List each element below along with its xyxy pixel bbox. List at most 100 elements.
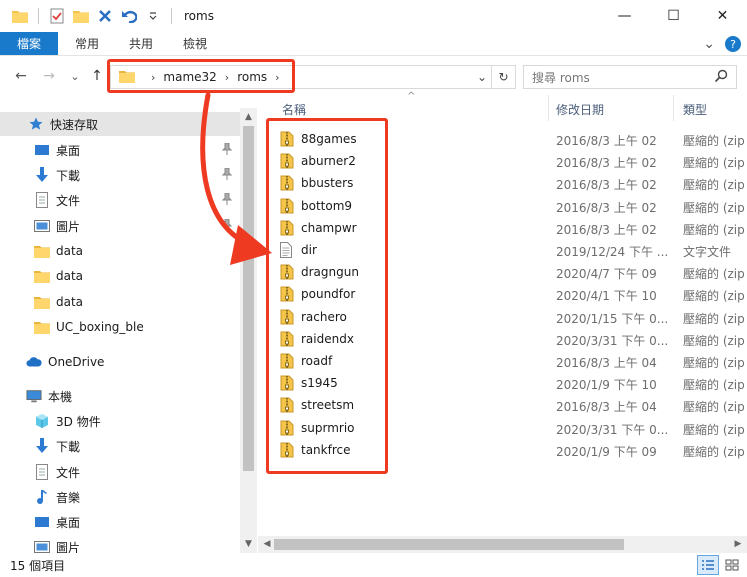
column-header-name[interactable]: 名稱 — [282, 101, 306, 118]
file-type: 壓縮的 (zip — [683, 289, 745, 304]
sidebar-item-label: 下載 — [56, 168, 81, 183]
music-icon — [34, 489, 50, 505]
annotation-arrow — [200, 92, 272, 265]
file-list-highlight-frame — [266, 118, 388, 474]
forward-button[interactable]: → — [40, 67, 58, 85]
sidebar-item-label: data — [56, 295, 84, 309]
undo-icon[interactable] — [119, 6, 139, 26]
window-title: roms — [184, 9, 214, 23]
file-date: 2020/4/7 下午 09 — [556, 267, 657, 282]
status-bar: 15 個項目 — [0, 553, 747, 577]
sidebar-item-label: 圖片 — [56, 541, 81, 553]
tab-share[interactable]: 共用 — [116, 32, 166, 55]
file-type: 壓縮的 (zip — [683, 134, 745, 148]
refresh-button[interactable]: ↻ — [492, 65, 516, 89]
computer-icon — [26, 388, 42, 404]
folder-icon — [34, 319, 50, 335]
file-date: 2016/8/3 上午 02 — [556, 178, 657, 193]
sidebar-item-data[interactable]: data — [0, 290, 240, 314]
sort-ascending-icon: ^ — [407, 91, 416, 102]
sidebar-item-onedrive[interactable]: OneDrive — [0, 350, 240, 374]
window-controls: — ☐ ✕ — [600, 0, 747, 32]
minimize-button[interactable]: — — [600, 0, 649, 32]
pictures-icon — [34, 218, 50, 234]
scrollbar-thumb[interactable] — [274, 539, 624, 550]
tab-file[interactable]: 檔案 — [0, 32, 58, 55]
scroll-right-arrow[interactable]: ▶ — [731, 537, 745, 551]
pictures-icon — [34, 539, 50, 553]
file-list-scrollbar[interactable]: ◀ ▶ — [258, 536, 747, 553]
file-type: 壓縮的 (zip — [683, 200, 745, 215]
toolbar-divider — [171, 8, 172, 24]
sidebar-item-desktop-pc[interactable]: 桌面 — [0, 510, 240, 534]
search-icon — [714, 69, 728, 86]
file-date: 2016/8/3 上午 04 — [556, 356, 657, 370]
item-count: 15 個項目 — [10, 558, 66, 573]
file-date: 2020/1/15 下午 0... — [556, 311, 669, 326]
cloud-icon — [26, 354, 42, 370]
star-icon — [28, 116, 44, 132]
sidebar-item-uc-boxing[interactable]: UC_boxing_ble — [0, 315, 240, 339]
file-type: 壓縮的 (zip — [683, 333, 745, 348]
file-type: 壓縮的 (zip — [683, 267, 745, 282]
sidebar-item-label: 圖片 — [56, 219, 81, 234]
sidebar-item-label: 音樂 — [56, 490, 81, 505]
back-button[interactable]: ← — [12, 67, 30, 85]
file-type: 壓縮的 (zip — [683, 178, 745, 193]
column-divider[interactable] — [673, 95, 674, 121]
search-placeholder: 搜尋 roms — [532, 70, 590, 85]
new-folder-icon[interactable] — [71, 6, 91, 26]
large-icons-view-button[interactable] — [721, 555, 743, 575]
close-button[interactable]: ✕ — [698, 0, 747, 32]
sidebar-item-documents-pc[interactable]: 文件 — [0, 460, 240, 484]
sidebar-item-3d-objects[interactable]: 3D 物件 — [0, 409, 240, 433]
toolbar-divider — [38, 8, 39, 24]
file-date: 2016/8/3 上午 04 — [556, 400, 657, 415]
file-date: 2016/8/3 上午 02 — [556, 156, 657, 171]
quick-access-toolbar — [0, 0, 176, 32]
column-header-type[interactable]: 類型 — [683, 101, 707, 118]
recent-locations-button[interactable]: ⌄ — [66, 67, 84, 85]
file-type: 壓縮的 (zip — [683, 156, 745, 171]
file-date: 2016/8/3 上午 02 — [556, 200, 657, 215]
file-type: 壓縮的 (zip — [683, 311, 745, 326]
folder-icon — [34, 243, 50, 259]
properties-icon[interactable] — [47, 6, 67, 26]
title-bar: roms — ☐ ✕ — [0, 0, 747, 32]
details-view-button[interactable] — [697, 555, 719, 575]
sidebar-item-music[interactable]: 音樂 — [0, 485, 240, 509]
help-icon[interactable]: ? — [725, 36, 741, 52]
expand-ribbon-icon[interactable]: ⌄ — [703, 36, 715, 52]
folder-icon — [34, 294, 50, 310]
file-type: 壓縮的 (zip — [683, 444, 745, 459]
column-divider[interactable] — [548, 95, 549, 121]
scroll-left-arrow[interactable]: ◀ — [260, 537, 274, 551]
ribbon-controls: ⌄ ? — [703, 34, 741, 54]
up-button[interactable]: ↑ — [88, 67, 106, 85]
delete-icon[interactable] — [95, 6, 115, 26]
download-icon — [34, 167, 50, 183]
sidebar-item-pictures-pc[interactable]: 圖片 — [0, 535, 240, 553]
maximize-button[interactable]: ☐ — [649, 0, 698, 32]
file-type: 壓縮的 (zip — [683, 422, 745, 437]
sidebar-item-label: 下載 — [56, 439, 81, 454]
customize-toolbar-icon[interactable] — [143, 6, 163, 26]
address-dropdown-icon[interactable]: ⌄ — [477, 70, 487, 84]
scroll-down-arrow[interactable]: ▼ — [243, 537, 254, 551]
folder-icon[interactable] — [10, 6, 30, 26]
sidebar-item-downloads-pc[interactable]: 下載 — [0, 434, 240, 458]
file-type: 文字文件 — [683, 245, 732, 259]
tab-view[interactable]: 檢視 — [170, 32, 220, 55]
sidebar-item-label: 桌面 — [56, 143, 81, 158]
file-date: 2020/1/9 下午 10 — [556, 378, 657, 393]
file-date: 2020/3/31 下午 0... — [556, 422, 669, 437]
search-input[interactable]: 搜尋 roms — [523, 65, 737, 89]
column-header-date[interactable]: 修改日期 — [556, 101, 604, 118]
folder-icon — [34, 268, 50, 284]
file-type: 壓縮的 (zip — [683, 356, 745, 370]
download-icon — [34, 438, 50, 454]
tab-home[interactable]: 常用 — [62, 32, 112, 55]
sidebar-item-label: data — [56, 244, 84, 258]
sidebar-item-this-pc[interactable]: 本機 — [0, 384, 240, 408]
file-type: 壓縮的 (zip — [683, 378, 745, 393]
